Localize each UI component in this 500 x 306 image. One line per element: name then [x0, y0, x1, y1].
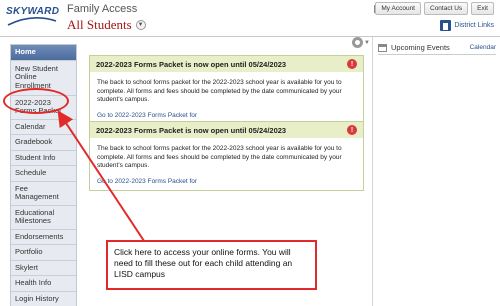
exit-link[interactable]: Exit — [471, 2, 494, 15]
contact-us-link[interactable]: Contact Us — [424, 2, 469, 15]
message-title-bar: 2022-2023 Forms Packet is now open until… — [90, 122, 363, 138]
app-title: Family Access — [67, 3, 138, 15]
message-title: 2022-2023 Forms Packet is now open until… — [96, 125, 287, 135]
sidebar-item-skylert[interactable]: Skylert — [11, 261, 76, 276]
sidebar-item-gradebook[interactable]: Gradebook — [11, 135, 76, 151]
sidebar-nav: Home New Student Online Enrollment 2022-… — [10, 44, 77, 306]
forms-packet-link[interactable]: Go to 2022-2023 Forms Packet for — [90, 175, 363, 190]
alert-icon: ! — [347, 59, 357, 69]
sidebar-item-home[interactable]: Home — [11, 45, 76, 61]
upcoming-events-header: Upcoming Events Calendar — [378, 41, 496, 55]
message-body: The back to school forms packet for the … — [97, 145, 342, 169]
message-card: 2022-2023 Forms Packet is now open until… — [89, 121, 364, 191]
gear-icon[interactable] — [352, 37, 363, 48]
sidebar-item-endorsements[interactable]: Endorsements — [11, 230, 76, 245]
sidebar-item-login-history[interactable]: Login History — [11, 292, 76, 306]
message-title-bar: 2022-2023 Forms Packet is now open until… — [90, 56, 363, 72]
sidebar-item-student-info[interactable]: Student Info — [11, 151, 76, 166]
my-account-link[interactable]: My Account — [375, 2, 421, 15]
message-title: 2022-2023 Forms Packet is now open until… — [96, 59, 287, 69]
building-icon — [440, 20, 452, 31]
chevron-down-icon[interactable]: ▼ — [135, 20, 146, 30]
message-body: The back to school forms packet for the … — [97, 79, 342, 103]
student-selector-value: All Students — [67, 17, 132, 32]
upcoming-events-title: Upcoming Events — [391, 43, 450, 52]
skyward-logo[interactable]: SKYWARD — [6, 3, 59, 33]
message-card: 2022-2023 Forms Packet is now open until… — [89, 55, 364, 125]
sidebar-item-schedule[interactable]: Schedule — [11, 166, 76, 182]
sidebar-item-educational-milestones[interactable]: Educational Milestones — [11, 206, 76, 230]
district-links[interactable]: District Links — [440, 20, 494, 31]
panel-divider — [372, 37, 373, 306]
district-links-label: District Links — [454, 22, 494, 29]
forms-packet-highlight — [3, 88, 69, 114]
sidebar-item-health-info[interactable]: Health Info — [11, 276, 76, 292]
chevron-down-icon: ▼ — [364, 39, 370, 46]
header-divider — [0, 36, 500, 37]
sidebar-item-portfolio[interactable]: Portfolio — [11, 245, 76, 261]
sidebar-item-fee-management[interactable]: Fee Management — [11, 182, 76, 206]
alert-icon: ! — [347, 125, 357, 135]
logo-swoosh-icon — [7, 17, 57, 26]
annotation-callout: Click here to access your online forms. … — [106, 240, 317, 290]
student-selector[interactable]: All Students ▼ — [67, 17, 146, 33]
header: SKYWARD Family Access All Students ▼ My … — [0, 0, 500, 40]
sidebar-item-calendar[interactable]: Calendar — [11, 120, 76, 135]
calendar-icon — [378, 43, 387, 52]
settings-menu[interactable]: ▼ — [352, 37, 370, 48]
top-links: My Account Contact Us Exit — [375, 2, 494, 15]
calendar-link[interactable]: Calendar — [470, 44, 496, 51]
